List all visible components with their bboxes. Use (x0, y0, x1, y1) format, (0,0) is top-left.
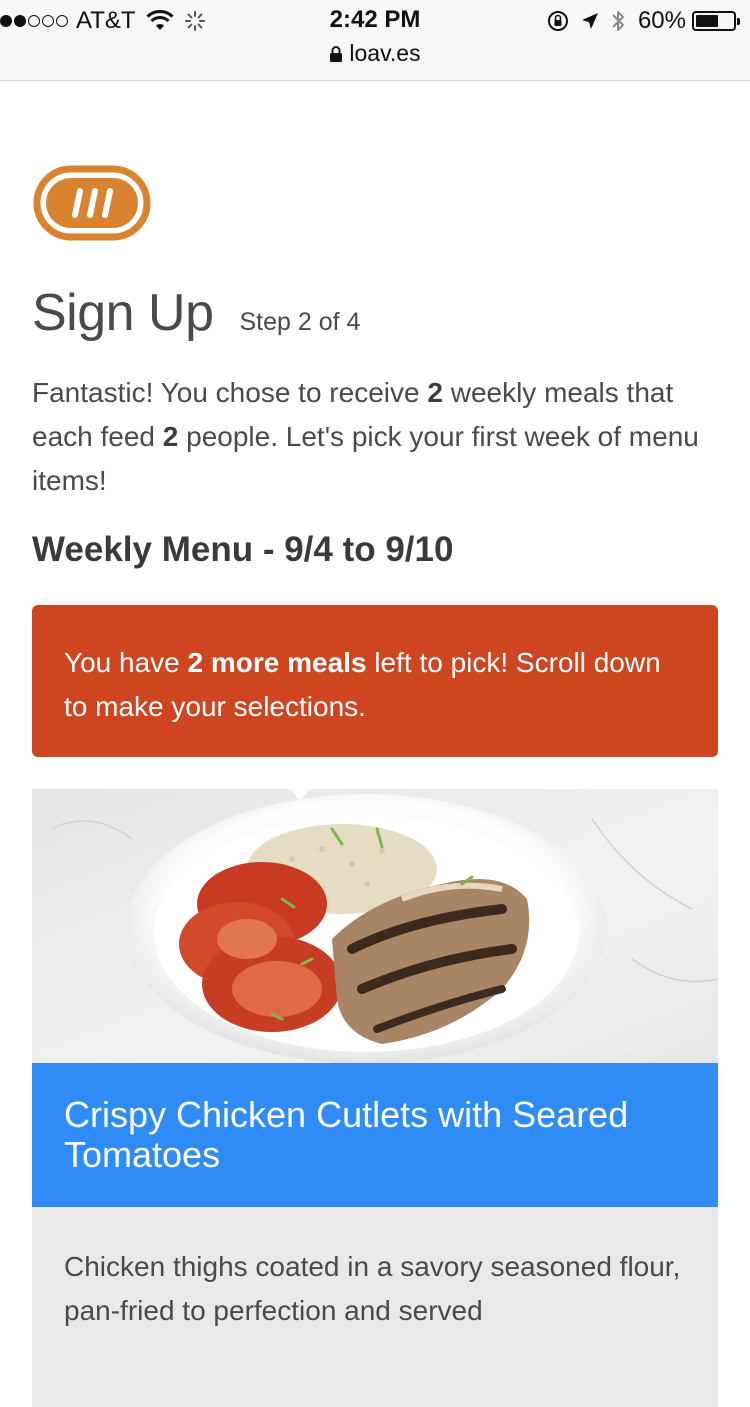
meal-description-box: Chicken thighs coated in a savory season… (32, 1207, 718, 1407)
intro-part: Fantastic! You chose to receive (32, 377, 428, 408)
page-title: Sign Up (32, 284, 214, 342)
battery-nub (737, 18, 740, 25)
bluetooth-icon (612, 11, 624, 31)
lock-icon (330, 45, 343, 62)
status-bar: AT&T 2:42 PM 60% loav.es (0, 0, 750, 81)
meals-left-alert: You have 2 more meals left to pick! Scro… (32, 605, 718, 757)
loaves-logo-icon[interactable] (33, 165, 151, 241)
battery-icon (692, 11, 740, 31)
intro-text: Fantastic! You chose to receive 2 weekly… (32, 371, 722, 503)
meal-description: Chicken thighs coated in a savory season… (64, 1251, 681, 1326)
location-arrow-icon (581, 13, 598, 29)
status-right: 60% (536, 6, 740, 36)
battery-percent: 60% (637, 7, 686, 34)
people-count: 2 (162, 421, 179, 452)
orientation-lock-icon (547, 11, 568, 31)
battery-fill (696, 15, 718, 27)
url-bar[interactable]: loav.es (0, 40, 750, 67)
meal-photo[interactable] (32, 789, 718, 1063)
meal-count: 2 (427, 377, 443, 408)
weekly-menu-heading: Weekly Menu - 9/4 to 9/10 (32, 530, 454, 569)
meal-title: Crispy Chicken Cutlets with Seared Tomat… (64, 1094, 629, 1175)
alert-meals-left: 2 more meals (187, 647, 367, 678)
meal-card[interactable]: Crispy Chicken Cutlets with Seared Tomat… (32, 789, 718, 1407)
step-indicator: Step 2 of 4 (239, 308, 361, 336)
url-text: loav.es (349, 40, 421, 66)
meal-title-bar[interactable]: Crispy Chicken Cutlets with Seared Tomat… (32, 1063, 718, 1207)
alert-part: You have (64, 647, 188, 678)
page-header: Sign Up Step 2 of 4 (32, 283, 360, 343)
